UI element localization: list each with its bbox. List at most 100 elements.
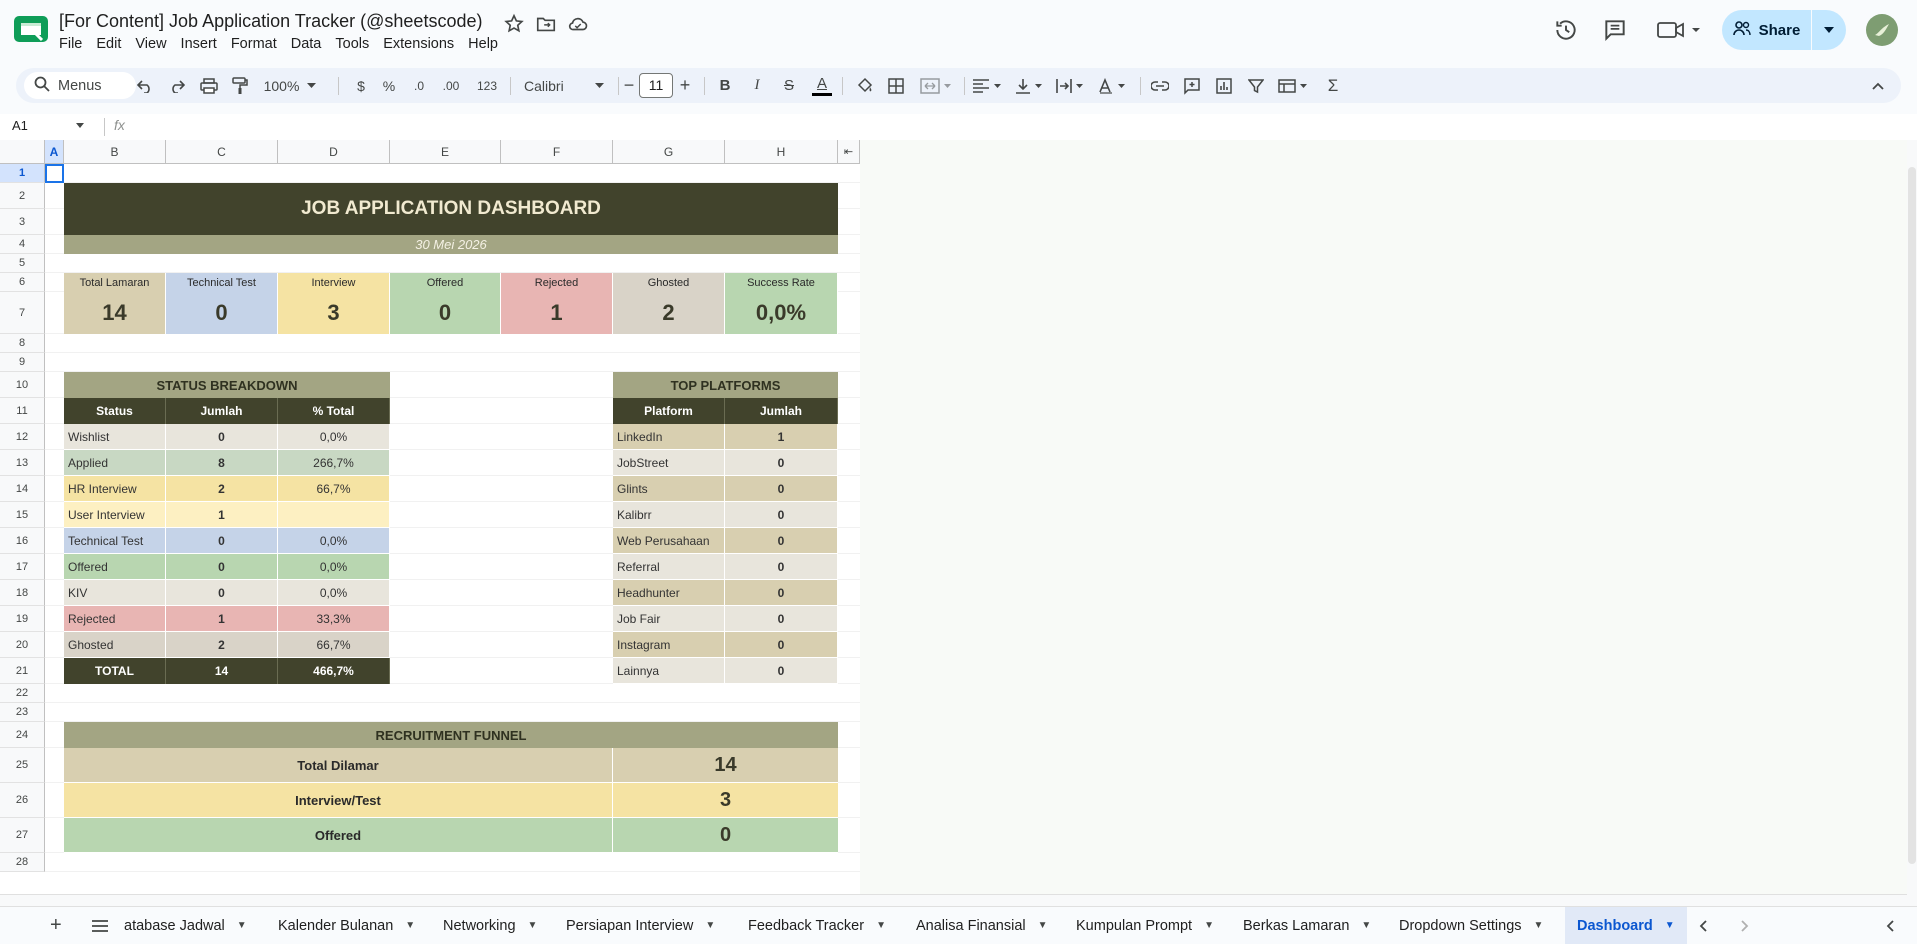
column-header-expand-icon[interactable]: ⇤ bbox=[838, 140, 860, 164]
scroll-tabs-left-icon[interactable] bbox=[1699, 907, 1707, 944]
menu-data[interactable]: Data bbox=[291, 36, 330, 52]
menu-tools[interactable]: Tools bbox=[335, 36, 377, 52]
cloud-saved-icon[interactable] bbox=[567, 13, 589, 35]
horizontal-scrollbar[interactable] bbox=[0, 894, 1907, 906]
decrease-font-size-icon[interactable]: − bbox=[620, 68, 638, 103]
strikethrough-button[interactable]: S bbox=[776, 68, 802, 103]
menu-file[interactable]: File bbox=[59, 36, 90, 52]
funnel-label[interactable]: Offered bbox=[64, 818, 613, 853]
kpi-label[interactable]: Interview bbox=[278, 273, 390, 292]
platform-count[interactable]: 0 bbox=[725, 606, 838, 632]
platform-name[interactable]: Glints bbox=[613, 476, 725, 502]
row-header[interactable]: 16 bbox=[0, 528, 45, 554]
more-formats-button[interactable]: 123 bbox=[470, 68, 504, 103]
status-name[interactable]: HR Interview bbox=[64, 476, 166, 502]
share-dropdown-button[interactable] bbox=[1812, 10, 1846, 50]
undo-icon[interactable] bbox=[132, 68, 158, 103]
column-header[interactable]: E bbox=[390, 140, 501, 164]
status-percent[interactable]: 0,0% bbox=[278, 528, 390, 554]
kpi-value[interactable]: 0 bbox=[390, 292, 501, 334]
collapse-toolbar-icon[interactable] bbox=[1864, 68, 1892, 103]
platform-count[interactable]: 0 bbox=[725, 476, 838, 502]
kpi-label[interactable]: Technical Test bbox=[166, 273, 278, 292]
status-name[interactable]: Wishlist bbox=[64, 424, 166, 450]
status-percent[interactable]: 0,0% bbox=[278, 424, 390, 450]
status-name[interactable]: Applied bbox=[64, 450, 166, 476]
row-header[interactable]: 17 bbox=[0, 554, 45, 580]
chevron-down-icon[interactable]: ▼ bbox=[528, 920, 538, 931]
platform-name[interactable]: Lainnya bbox=[613, 658, 725, 684]
meet-video-icon[interactable] bbox=[1656, 17, 1702, 43]
select-all-corner[interactable] bbox=[0, 140, 45, 164]
sheet-tab[interactable]: Kumpulan Prompt ▼ bbox=[1076, 907, 1214, 944]
top-platforms-header[interactable]: Platform bbox=[613, 398, 725, 424]
row-header[interactable]: 15 bbox=[0, 502, 45, 528]
platform-count[interactable]: 0 bbox=[725, 580, 838, 606]
platform-name[interactable]: JobStreet bbox=[613, 450, 725, 476]
all-sheets-icon[interactable] bbox=[92, 907, 108, 944]
dashboard-date[interactable]: 30 Mei 2026 bbox=[64, 235, 838, 254]
insert-comment-icon[interactable] bbox=[1178, 68, 1206, 103]
horizontal-align-icon[interactable] bbox=[968, 68, 1008, 103]
sheet-tab[interactable]: Berkas Lamaran ▼ bbox=[1243, 907, 1371, 944]
collapse-sidebar-icon[interactable] bbox=[1886, 907, 1894, 944]
zoom-select[interactable]: 100% bbox=[260, 68, 320, 103]
filter-icon[interactable] bbox=[1242, 68, 1270, 103]
status-name[interactable]: User Interview bbox=[64, 502, 166, 528]
font-size-input[interactable]: 11 bbox=[639, 73, 673, 98]
redo-icon[interactable] bbox=[164, 68, 190, 103]
selected-cell[interactable] bbox=[45, 164, 64, 183]
font-family-select[interactable]: Calibri bbox=[516, 68, 612, 103]
functions-button[interactable]: Σ bbox=[1320, 68, 1346, 103]
increase-font-size-icon[interactable]: + bbox=[675, 68, 695, 103]
status-count[interactable]: 0 bbox=[166, 580, 278, 606]
row-header[interactable]: 4 bbox=[0, 235, 45, 254]
platform-count[interactable]: 1 bbox=[725, 424, 838, 450]
status-percent[interactable]: 66,7% bbox=[278, 632, 390, 658]
menu-extensions[interactable]: Extensions bbox=[383, 36, 462, 52]
row-header[interactable]: 6 bbox=[0, 273, 45, 292]
share-main-button[interactable]: Share bbox=[1722, 10, 1812, 50]
row-header[interactable]: 21 bbox=[0, 658, 45, 684]
status-percent[interactable]: 66,7% bbox=[278, 476, 390, 502]
sheet-tab[interactable]: Analisa Finansial ▼ bbox=[916, 907, 1048, 944]
formula-input[interactable] bbox=[140, 114, 1900, 140]
kpi-value[interactable]: 14 bbox=[64, 292, 166, 334]
sheet-tab[interactable]: Persiapan Interview ▼ bbox=[566, 907, 715, 944]
text-rotation-icon[interactable] bbox=[1094, 68, 1134, 103]
chevron-down-icon[interactable]: ▼ bbox=[1038, 920, 1048, 931]
row-header[interactable]: 18 bbox=[0, 580, 45, 606]
status-total-count[interactable]: 14 bbox=[166, 658, 278, 684]
bold-button[interactable]: B bbox=[712, 68, 738, 103]
row-header[interactable]: 14 bbox=[0, 476, 45, 502]
chevron-down-icon[interactable]: ▼ bbox=[1361, 920, 1371, 931]
document-title[interactable]: [For Content] Job Application Tracker (@… bbox=[59, 11, 482, 32]
status-count[interactable]: 0 bbox=[166, 424, 278, 450]
row-header[interactable]: 10 bbox=[0, 372, 45, 398]
menu-help[interactable]: Help bbox=[468, 36, 506, 52]
kpi-value[interactable]: 0,0% bbox=[725, 292, 838, 334]
row-header[interactable]: 9 bbox=[0, 353, 45, 372]
dashboard-title[interactable]: JOB APPLICATION DASHBOARD bbox=[64, 183, 838, 235]
funnel-label[interactable]: Total Dilamar bbox=[64, 748, 613, 783]
menu-view[interactable]: View bbox=[135, 36, 174, 52]
status-name[interactable]: Offered bbox=[64, 554, 166, 580]
status-count[interactable]: 2 bbox=[166, 476, 278, 502]
sheet-tab[interactable]: Feedback Tracker ▼ bbox=[748, 907, 886, 944]
platform-count[interactable]: 0 bbox=[725, 658, 838, 684]
row-header[interactable]: 12 bbox=[0, 424, 45, 450]
column-header[interactable]: B bbox=[64, 140, 166, 164]
chevron-down-icon[interactable]: ▼ bbox=[237, 920, 247, 931]
sheet-tab[interactable]: atabase Jadwal ▼ bbox=[124, 907, 247, 944]
status-percent[interactable] bbox=[278, 502, 390, 528]
row-header[interactable]: 5 bbox=[0, 254, 45, 273]
increase-decimal-button[interactable]: .00 bbox=[436, 68, 466, 103]
vertical-align-icon[interactable] bbox=[1011, 68, 1051, 103]
row-header[interactable]: 8 bbox=[0, 334, 45, 353]
column-header[interactable]: G bbox=[613, 140, 725, 164]
platform-count[interactable]: 0 bbox=[725, 502, 838, 528]
status-percent[interactable]: 0,0% bbox=[278, 554, 390, 580]
funnel-value[interactable]: 14 bbox=[613, 748, 838, 783]
funnel-value[interactable]: 0 bbox=[613, 818, 838, 853]
sheet-tab[interactable]: Kalender Bulanan ▼ bbox=[278, 907, 415, 944]
